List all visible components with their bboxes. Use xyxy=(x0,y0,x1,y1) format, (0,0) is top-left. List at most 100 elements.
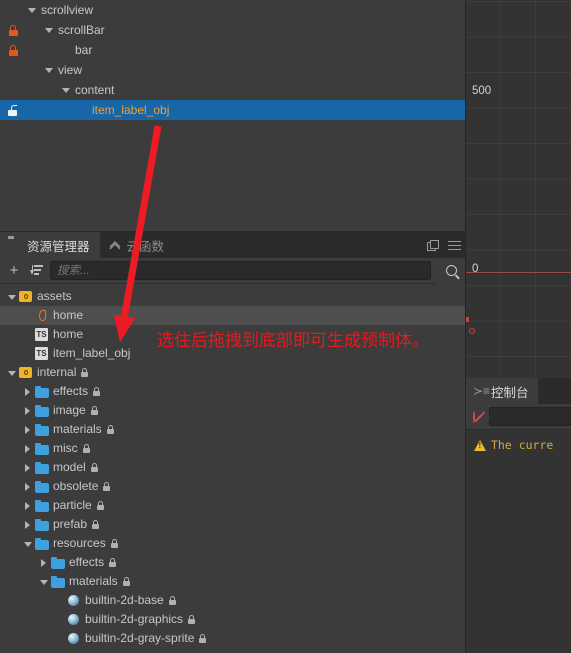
hierarchy-node-item_label_obj[interactable]: item_label_obj xyxy=(0,100,465,120)
hierarchy-lock-slot[interactable] xyxy=(0,100,26,120)
ruler-label-500: 500 xyxy=(472,85,492,97)
lock-open-icon[interactable] xyxy=(7,104,19,116)
asset-item-materials[interactable]: materials xyxy=(0,420,465,439)
hierarchy-lock-slot[interactable] xyxy=(0,20,26,40)
material-sphere-icon xyxy=(67,632,81,646)
add-asset-button[interactable]: + xyxy=(6,262,22,280)
expander-placeholder xyxy=(54,610,67,629)
asset-item-particle[interactable]: particle xyxy=(0,496,465,515)
lock-icon xyxy=(109,558,117,567)
chevron-down-icon[interactable] xyxy=(6,287,19,306)
chevron-down-icon[interactable] xyxy=(43,20,55,40)
assets-toolbar: + xyxy=(0,257,465,284)
search-input[interactable] xyxy=(50,261,431,280)
expander-placeholder xyxy=(22,306,35,325)
asset-item-label: materials xyxy=(53,422,102,436)
asset-item-item_label_obj[interactable]: item_label_obj xyxy=(0,344,465,363)
chevron-down-icon[interactable] xyxy=(6,363,19,382)
expander-placeholder xyxy=(77,100,89,120)
asset-item-label: builtin-2d-gray-sprite xyxy=(85,631,195,645)
asset-item-image[interactable]: image xyxy=(0,401,465,420)
chevron-down-icon[interactable] xyxy=(60,80,72,100)
lock-icon xyxy=(92,520,100,529)
hierarchy-node-view[interactable]: view xyxy=(0,60,465,80)
chevron-right-icon[interactable] xyxy=(22,515,35,534)
asset-item-builtin-2d-graphics[interactable]: builtin-2d-graphics xyxy=(0,610,465,629)
hierarchy-node-content[interactable]: content xyxy=(0,80,465,100)
lock-icon xyxy=(106,425,114,434)
tab-asset-manager-label: 资源管理器 xyxy=(27,239,90,254)
asset-item-misc[interactable]: misc xyxy=(0,439,465,458)
chevron-down-icon[interactable] xyxy=(22,534,35,553)
asset-item-materials[interactable]: materials xyxy=(0,572,465,591)
left-column: scrollview scrollBar bar view content item_la… xyxy=(0,0,465,653)
chevron-right-icon[interactable] xyxy=(38,553,51,572)
folder-icon xyxy=(35,518,49,531)
clear-ban-icon[interactable] xyxy=(473,410,475,423)
lock-icon xyxy=(168,596,176,605)
lock-icon xyxy=(199,634,207,643)
chevron-right-icon[interactable] xyxy=(22,496,35,515)
console-tabbar: ≻≡ 控制台 xyxy=(466,378,571,404)
asset-item-effects[interactable]: effects xyxy=(0,382,465,401)
chevron-down-icon[interactable] xyxy=(38,572,51,591)
origin-tick xyxy=(466,317,469,322)
folder-icon xyxy=(51,556,65,569)
plus-icon: + xyxy=(9,262,19,279)
chevron-down-icon[interactable] xyxy=(26,0,38,20)
asset-item-model[interactable]: model xyxy=(0,458,465,477)
assets-panel: 资源管理器 云函数 + 搜索... assets home TS home TS… xyxy=(0,232,465,653)
asset-item-effects[interactable]: effects xyxy=(0,553,465,572)
hierarchy-node-scrollview[interactable]: scrollview xyxy=(0,0,465,20)
asset-item-resources[interactable]: resources xyxy=(0,534,465,553)
expander-placeholder xyxy=(22,325,35,344)
asset-item-assets[interactable]: assets xyxy=(0,287,465,306)
expander-placeholder xyxy=(60,40,72,60)
origin-gizmo[interactable] xyxy=(469,328,475,334)
chevron-right-icon[interactable] xyxy=(22,420,35,439)
asset-item-home[interactable]: home xyxy=(0,306,465,325)
chevron-right-icon[interactable] xyxy=(22,458,35,477)
tab-console-label: 控制台 xyxy=(491,385,529,400)
chevron-right-icon[interactable] xyxy=(22,401,35,420)
menu-icon[interactable] xyxy=(443,232,465,258)
chevron-right-icon[interactable] xyxy=(22,439,35,458)
hierarchy-node-label: view xyxy=(58,63,83,77)
scene-view[interactable]: 500 0 xyxy=(466,0,571,378)
hierarchy-panel: scrollview scrollBar bar view content item_la… xyxy=(0,0,465,232)
lock-closed-icon[interactable] xyxy=(8,44,18,56)
hierarchy-node-scrollBar[interactable]: scrollBar xyxy=(0,20,465,40)
asset-item-label: home xyxy=(53,308,84,322)
asset-item-builtin-2d-gray-sprite[interactable]: builtin-2d-gray-sprite xyxy=(0,629,465,648)
lock-icon xyxy=(90,406,98,415)
hierarchy-node-bar[interactable]: bar xyxy=(0,40,465,60)
asset-item-label: effects xyxy=(69,555,105,569)
asset-item-home[interactable]: home xyxy=(0,325,465,344)
assets-db-icon xyxy=(19,290,33,303)
chevron-right-icon[interactable] xyxy=(22,477,35,496)
tab-console[interactable]: ≻≡ 控制台 xyxy=(466,378,538,404)
hierarchy-lock-slot[interactable] xyxy=(0,40,26,60)
console-filter-input[interactable] xyxy=(489,407,571,426)
search-button[interactable] xyxy=(437,257,465,284)
tab-asset-manager[interactable]: 资源管理器 xyxy=(0,232,100,259)
asset-item-label: assets xyxy=(37,289,72,303)
asset-item-prefab[interactable]: prefab xyxy=(0,515,465,534)
scene-flame-icon xyxy=(35,309,49,323)
typescript-icon xyxy=(35,328,49,341)
chevron-down-icon[interactable] xyxy=(43,60,55,80)
asset-item-obsolete[interactable]: obsolete xyxy=(0,477,465,496)
panel-layout-icon[interactable] xyxy=(421,232,443,258)
warning-icon xyxy=(474,440,486,451)
folder-icon xyxy=(35,385,49,398)
chevron-right-icon[interactable] xyxy=(22,382,35,401)
lock-closed-icon[interactable] xyxy=(8,24,18,36)
right-column: 500 0 ≻≡ 控制台 The curre xyxy=(465,0,571,653)
asset-item-label: model xyxy=(53,460,86,474)
tab-cloud-function[interactable]: 云函数 xyxy=(100,232,175,258)
material-sphere-icon xyxy=(67,613,81,627)
asset-item-internal[interactable]: internal xyxy=(0,363,465,382)
sort-button[interactable] xyxy=(28,262,44,280)
asset-item-builtin-2d-base[interactable]: builtin-2d-base xyxy=(0,591,465,610)
console-log: The curre xyxy=(466,430,571,653)
